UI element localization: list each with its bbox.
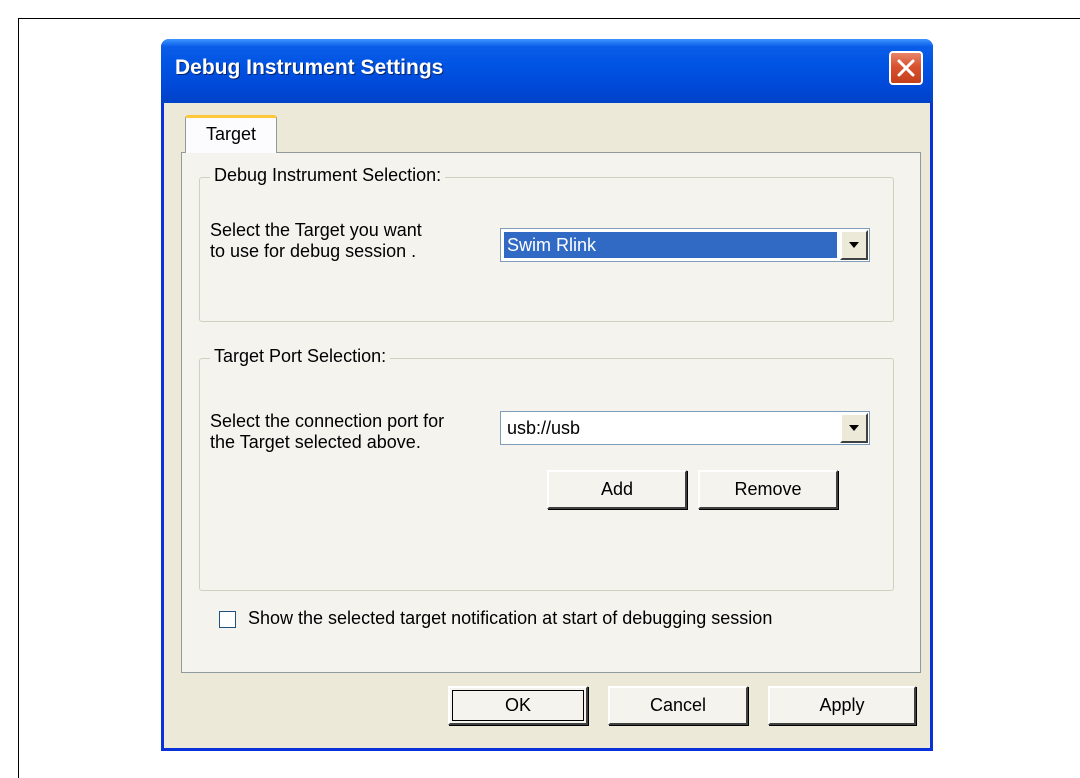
close-button[interactable] <box>889 51 923 85</box>
description-line: to use for debug session . <box>210 241 417 261</box>
debug-instrument-settings-dialog: Debug Instrument Settings Target Debug I… <box>161 39 933 751</box>
notification-checkbox[interactable] <box>219 611 236 628</box>
chevron-down-icon <box>849 242 859 248</box>
target-select-value: Swim Rlink <box>504 232 837 258</box>
ok-button[interactable]: OK <box>448 686 588 725</box>
notification-checkbox-label[interactable]: Show the selected target notification at… <box>248 608 772 629</box>
apply-button[interactable]: Apply <box>768 686 916 725</box>
description-line: the Target selected above. <box>210 432 421 452</box>
add-button[interactable]: Add <box>547 470 687 509</box>
group-title: Target Port Selection: <box>210 346 391 367</box>
dropdown-button[interactable] <box>840 230 868 260</box>
group-title: Debug Instrument Selection: <box>210 165 446 186</box>
instrument-description: Select the Target you want to use for de… <box>210 220 422 262</box>
debug-instrument-selection-group: Debug Instrument Selection: Select the T… <box>199 165 894 322</box>
chevron-down-icon <box>849 425 859 431</box>
cancel-button[interactable]: Cancel <box>608 686 748 725</box>
port-description: Select the connection port for the Targe… <box>210 411 444 453</box>
port-select[interactable]: usb://usb <box>500 411 870 445</box>
close-icon <box>897 59 915 77</box>
title-bar[interactable]: Debug Instrument Settings <box>161 39 933 103</box>
dialog-title: Debug Instrument Settings <box>175 56 444 79</box>
dialog-client-area: Target Debug Instrument Selection: Selec… <box>164 103 930 748</box>
description-line: Select the Target you want <box>210 220 422 240</box>
tab-target[interactable]: Target <box>185 115 277 153</box>
description-line: Select the connection port for <box>210 411 445 431</box>
target-port-selection-group: Target Port Selection: Select the connec… <box>199 346 894 591</box>
remove-button[interactable]: Remove <box>698 470 838 509</box>
target-tab-panel: Debug Instrument Selection: Select the T… <box>181 152 921 673</box>
port-select-value: usb://usb <box>507 418 581 438</box>
dropdown-button[interactable] <box>840 413 868 443</box>
target-select[interactable]: Swim Rlink <box>500 228 870 262</box>
